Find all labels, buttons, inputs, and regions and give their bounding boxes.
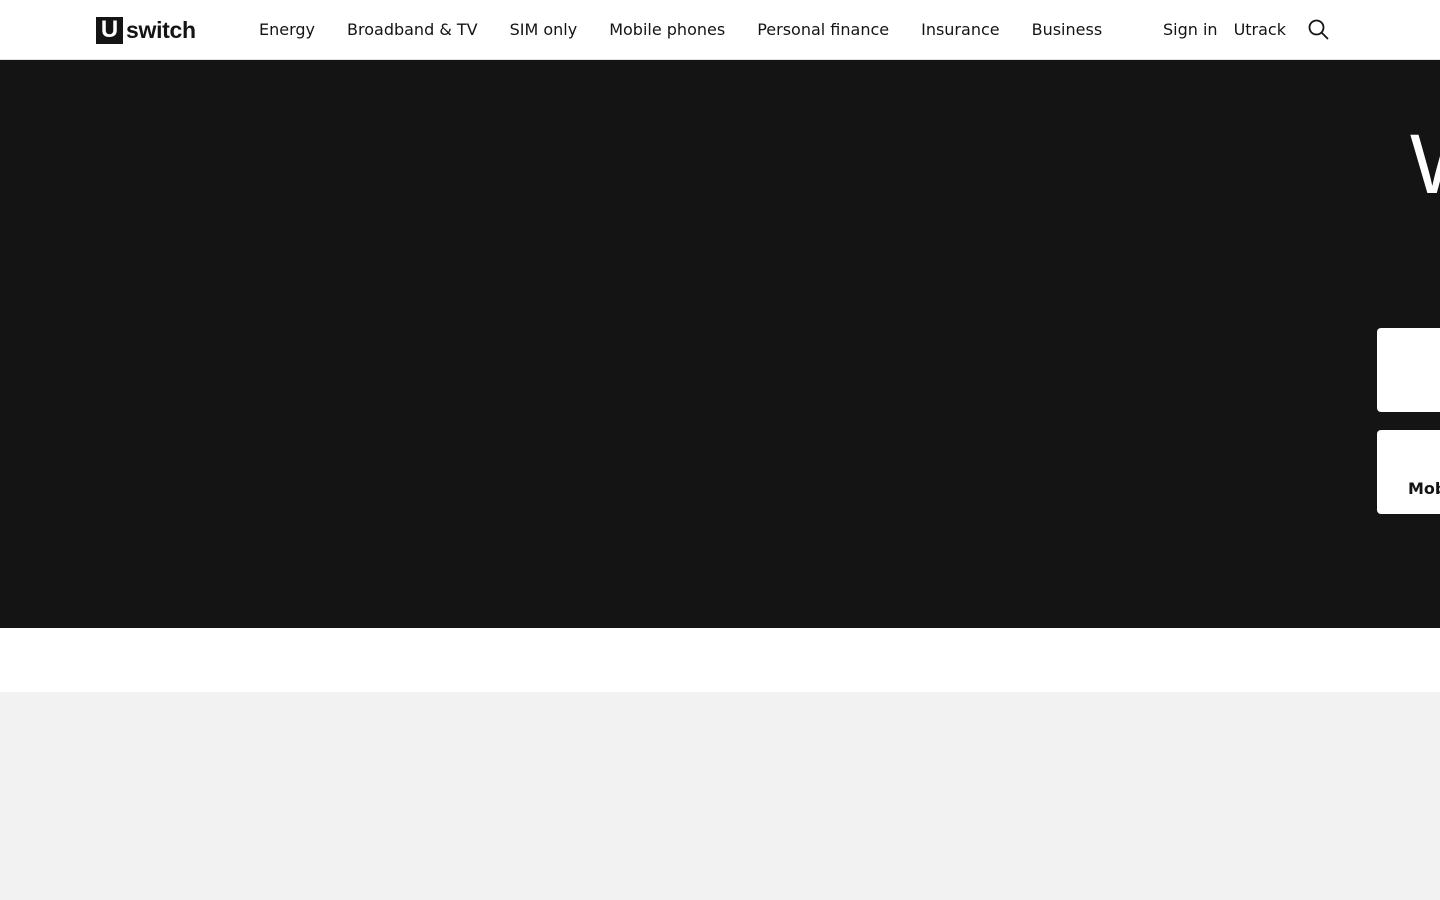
nav-item-sim-only[interactable]: SIM only — [510, 21, 578, 38]
utrack-link[interactable]: Utrack — [1234, 20, 1286, 39]
hero-section: W Mob — [0, 60, 1440, 628]
hero-card-mobile[interactable]: Mob — [1377, 430, 1440, 514]
main-nav: Energy Broadband & TV SIM only Mobile ph… — [259, 0, 1102, 59]
nav-item-business[interactable]: Business — [1032, 21, 1103, 38]
hero-card-label: Mob — [1408, 479, 1440, 498]
site-header: U switch Energy Broadband & TV SIM only … — [0, 0, 1440, 60]
nav-item-energy[interactable]: Energy — [259, 21, 315, 38]
hero-title: W — [1410, 122, 1440, 206]
nav-item-mobile-phones[interactable]: Mobile phones — [609, 21, 725, 38]
uswitch-logo[interactable]: U switch — [96, 16, 196, 44]
nav-item-insurance[interactable]: Insurance — [921, 21, 1000, 38]
lower-section — [0, 692, 1440, 900]
content-band — [0, 628, 1440, 692]
nav-item-broadband-tv[interactable]: Broadband & TV — [347, 21, 478, 38]
search-icon — [1308, 19, 1328, 40]
logo-mark: U — [96, 16, 123, 44]
logo-wordmark: switch — [126, 16, 196, 43]
sign-in-link[interactable]: Sign in — [1163, 20, 1218, 39]
hero-card[interactable] — [1377, 328, 1440, 412]
search-button[interactable] — [1306, 18, 1330, 42]
utility-nav: Sign in Utrack — [1163, 0, 1330, 59]
nav-item-personal-finance[interactable]: Personal finance — [757, 21, 889, 38]
